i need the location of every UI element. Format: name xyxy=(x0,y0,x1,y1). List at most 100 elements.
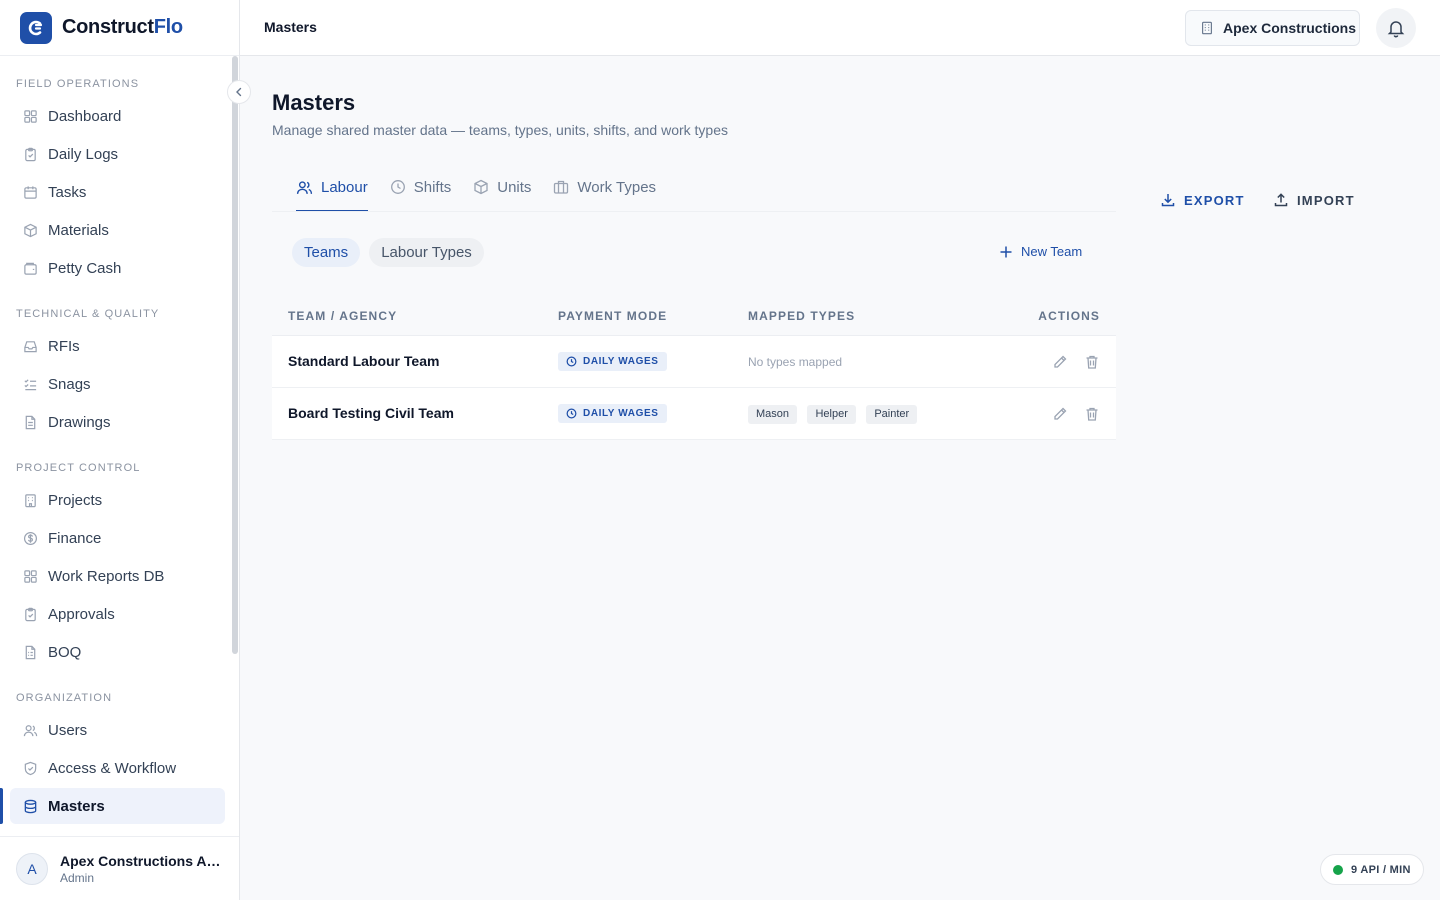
sidebar-item-boq[interactable]: BOQ xyxy=(10,634,225,670)
api-rate-indicator: 9 API / MIN xyxy=(1320,854,1424,885)
users-icon xyxy=(22,722,38,738)
tab-units[interactable]: Units xyxy=(473,170,531,204)
sheet-icon xyxy=(22,644,38,660)
edit-icon[interactable] xyxy=(1052,354,1068,370)
user-profile[interactable]: A Apex Constructions Admin Admin xyxy=(0,836,239,900)
sidebar-item-petty-cash[interactable]: Petty Cash xyxy=(10,250,225,286)
notifications-button[interactable] xyxy=(1376,8,1416,48)
sidebar-item-label: Snags xyxy=(48,375,91,393)
tab-shifts[interactable]: Shifts xyxy=(390,170,451,204)
sidebar-item-rfis[interactable]: RFIs xyxy=(10,328,225,364)
sidebar-item-label: Tasks xyxy=(48,183,87,201)
top-header: Masters Apex Constructions xyxy=(240,0,1440,56)
sidebar-item-label: RFIs xyxy=(48,337,80,355)
upload-icon xyxy=(1273,192,1289,208)
sidebar-scrollbar[interactable] xyxy=(232,56,238,654)
section-title-technical-quality: TECHNICAL & QUALITY xyxy=(16,308,160,320)
shield-icon xyxy=(22,760,38,776)
new-team-button[interactable]: New Team xyxy=(999,244,1082,259)
export-label: EXPORT xyxy=(1184,192,1245,208)
plus-icon xyxy=(999,245,1013,259)
building-icon xyxy=(1200,21,1214,35)
sidebar-item-label: Approvals xyxy=(48,605,115,623)
type-chip-helper: Helper xyxy=(807,404,856,424)
table-row[interactable]: Standard Labour Team DAILY WAGES No type… xyxy=(272,336,1116,388)
trash-icon[interactable] xyxy=(1084,354,1100,370)
payment-mode-badge: DAILY WAGES xyxy=(558,351,667,371)
sidebar-item-label: Drawings xyxy=(48,413,111,431)
edit-icon[interactable] xyxy=(1052,406,1068,422)
sidebar-item-projects[interactable]: Projects xyxy=(10,482,225,518)
column-header-mapped-types: MAPPED TYPES xyxy=(748,308,856,323)
sidebar: ConstructFlo FIELD OPERATIONS Dashboard … xyxy=(0,0,251,900)
sidebar-item-drawings[interactable]: Drawings xyxy=(10,404,225,440)
clipboard-icon xyxy=(22,146,38,162)
sidebar-item-snags[interactable]: Snags xyxy=(10,366,225,402)
brand-name: ConstructFlo xyxy=(62,16,183,38)
sidebar-item-work-reports-db[interactable]: Work Reports DB xyxy=(10,558,225,594)
avatar: A xyxy=(16,852,48,885)
wallet-icon xyxy=(22,260,38,276)
clock-icon xyxy=(566,356,577,367)
tab-work-types[interactable]: Work Types xyxy=(553,170,656,204)
sidebar-item-label: Work Reports DB xyxy=(48,567,165,585)
checklist-icon xyxy=(22,376,38,392)
sidebar-item-label: Dashboard xyxy=(48,107,122,125)
cube-icon xyxy=(473,179,489,195)
payment-mode-badge: DAILY WAGES xyxy=(558,403,667,423)
team-name: Board Testing Civil Team xyxy=(288,404,454,421)
sidebar-item-users[interactable]: Users xyxy=(10,712,225,748)
labour-subtabs: Teams Labour Types xyxy=(292,238,493,267)
subtab-labour-types[interactable]: Labour Types xyxy=(369,238,484,267)
sidebar-item-label: BOQ xyxy=(48,643,82,661)
master-tabs: Labour Shifts Units Work Types xyxy=(296,170,678,212)
new-team-label: New Team xyxy=(1021,244,1083,259)
column-header-team: TEAM / AGENCY xyxy=(288,308,398,323)
page-title: Masters xyxy=(272,90,356,115)
sidebar-item-label: Materials xyxy=(48,221,109,239)
calendar-icon xyxy=(22,184,38,200)
organization-selector[interactable]: Apex Constructions xyxy=(1185,10,1360,46)
trash-icon[interactable] xyxy=(1084,406,1100,422)
collapse-sidebar-button[interactable] xyxy=(227,80,251,104)
sidebar-item-materials[interactable]: Materials xyxy=(10,212,225,248)
active-indicator xyxy=(0,788,3,824)
subtab-teams[interactable]: Teams xyxy=(292,238,361,267)
import-button[interactable]: IMPORT xyxy=(1273,192,1355,208)
table-header: TEAM / AGENCY PAYMENT MODE MAPPED TYPES … xyxy=(272,296,1116,336)
logo-icon xyxy=(20,11,52,44)
table-row[interactable]: Board Testing Civil Team DAILY WAGES Mas… xyxy=(272,388,1116,440)
tab-labour[interactable]: Labour xyxy=(296,170,368,212)
dollar-icon xyxy=(22,530,38,546)
export-button[interactable]: EXPORT xyxy=(1160,192,1245,208)
sidebar-item-label: Masters xyxy=(48,797,105,815)
sidebar-item-label: Finance xyxy=(48,529,102,547)
sidebar-item-tasks[interactable]: Tasks xyxy=(10,174,225,210)
team-name: Standard Labour Team xyxy=(288,352,440,369)
inbox-icon xyxy=(22,338,38,354)
user-role: Admin xyxy=(60,870,95,885)
user-name: Apex Constructions Admin xyxy=(60,852,222,869)
sidebar-item-finance[interactable]: Finance xyxy=(10,520,225,556)
section-title-field-operations: FIELD OPERATIONS xyxy=(16,78,140,90)
sidebar-item-daily-logs[interactable]: Daily Logs xyxy=(10,136,225,172)
clock-icon xyxy=(566,408,577,419)
status-dot xyxy=(1333,864,1343,875)
document-icon xyxy=(22,414,38,430)
type-chip-painter: Painter xyxy=(866,404,918,424)
users-icon xyxy=(296,179,313,196)
column-header-payment-mode: PAYMENT MODE xyxy=(558,308,668,323)
dashboard-icon xyxy=(22,108,38,124)
brand[interactable]: ConstructFlo xyxy=(0,0,239,56)
sidebar-item-dashboard[interactable]: Dashboard xyxy=(10,98,225,134)
type-chip-mason: Mason xyxy=(748,404,798,424)
sidebar-item-masters[interactable]: Masters xyxy=(10,788,225,824)
sidebar-nav: FIELD OPERATIONS Dashboard Daily Logs Ta… xyxy=(0,56,232,824)
tab-label: Units xyxy=(497,178,532,196)
tabs-divider xyxy=(272,211,1116,212)
section-title-organization: ORGANIZATION xyxy=(16,692,113,704)
sidebar-item-access-workflow[interactable]: Access & Workflow xyxy=(10,750,225,786)
sidebar-item-approvals[interactable]: Approvals xyxy=(10,596,225,632)
download-icon xyxy=(1160,192,1176,208)
briefcase-icon xyxy=(553,179,569,195)
